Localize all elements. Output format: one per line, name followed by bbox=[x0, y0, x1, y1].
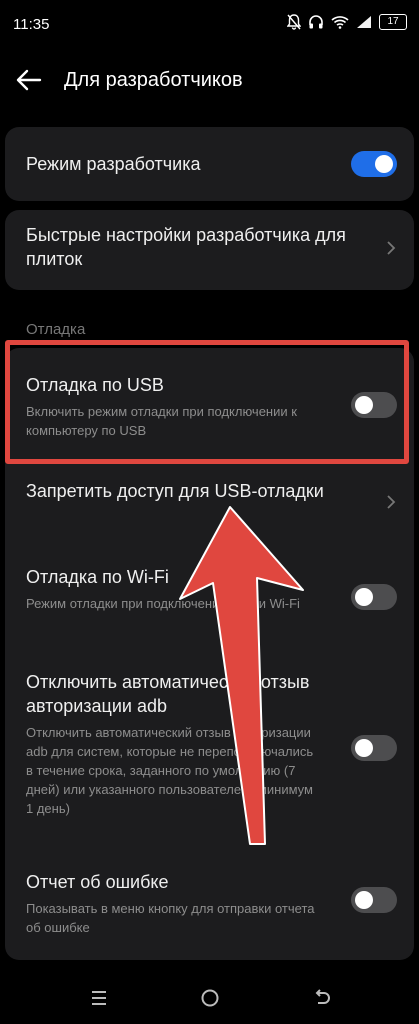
back-icon[interactable] bbox=[309, 985, 335, 1011]
revoke-usb-row[interactable]: Запретить доступ для USB-отладки bbox=[5, 468, 414, 538]
menu-icon[interactable] bbox=[86, 985, 112, 1011]
bug-report-title: Отчет об ошибке bbox=[26, 872, 169, 892]
toggle-knob bbox=[375, 155, 393, 173]
headphones-icon bbox=[309, 15, 323, 29]
battery-level: 17 bbox=[387, 16, 399, 27]
wifi-debug-subtitle: Режим отладки при подключении к сети Wi-… bbox=[26, 596, 300, 611]
section-debug-label: Отладка bbox=[26, 321, 86, 338]
adb-revoke-row[interactable]: Отключить автоматический отзыв авторизац… bbox=[5, 662, 414, 852]
adb-revoke-subtitle: Отключить автоматический отзыв авторизац… bbox=[26, 725, 314, 816]
bug-report-row[interactable]: Отчет об ошибке Показывать в меню кнопку… bbox=[5, 858, 414, 952]
bug-report-subtitle: Показывать в меню кнопку для отправки от… bbox=[26, 901, 315, 935]
status-icons: 17 bbox=[287, 14, 407, 30]
signal-icon bbox=[357, 16, 371, 28]
adb-revoke-toggle[interactable] bbox=[351, 735, 397, 761]
wifi-icon bbox=[331, 16, 349, 29]
chevron-right-icon bbox=[387, 495, 396, 509]
quick-settings-card[interactable]: Быстрые настройки разработчика для плито… bbox=[5, 210, 414, 290]
toggle-knob bbox=[355, 588, 373, 606]
dev-mode-toggle[interactable] bbox=[351, 151, 397, 177]
toggle-knob bbox=[355, 891, 373, 909]
wifi-debug-toggle[interactable] bbox=[351, 584, 397, 610]
status-bar: 11:35 17 bbox=[0, 0, 419, 50]
wifi-debug-row[interactable]: Отладка по Wi-Fi Режим отладки при подкл… bbox=[5, 552, 414, 642]
system-nav-bar bbox=[0, 970, 419, 1024]
chevron-right-icon bbox=[387, 241, 396, 255]
battery-icon: 17 bbox=[379, 14, 407, 30]
arrow-left-icon[interactable] bbox=[12, 63, 46, 97]
dev-mode-card[interactable]: Режим разработчика bbox=[5, 127, 414, 201]
page-title: Для разработчиков bbox=[64, 69, 243, 91]
wifi-debug-title: Отладка по Wi-Fi bbox=[26, 567, 169, 587]
mute-bell-icon bbox=[287, 14, 301, 30]
toggle-knob bbox=[355, 739, 373, 757]
app-header: Для разработчиков bbox=[0, 55, 419, 107]
usb-debug-highlight bbox=[5, 340, 409, 464]
dev-mode-label: Режим разработчика bbox=[26, 154, 201, 174]
adb-revoke-title: Отключить автоматический отзыв авторизац… bbox=[26, 672, 310, 716]
bug-report-toggle[interactable] bbox=[351, 887, 397, 913]
status-time: 11:35 bbox=[13, 16, 50, 33]
quick-settings-label: Быстрые настройки разработчика для плито… bbox=[26, 225, 346, 269]
home-icon[interactable] bbox=[197, 985, 223, 1011]
revoke-usb-title: Запретить доступ для USB-отладки bbox=[26, 481, 324, 501]
